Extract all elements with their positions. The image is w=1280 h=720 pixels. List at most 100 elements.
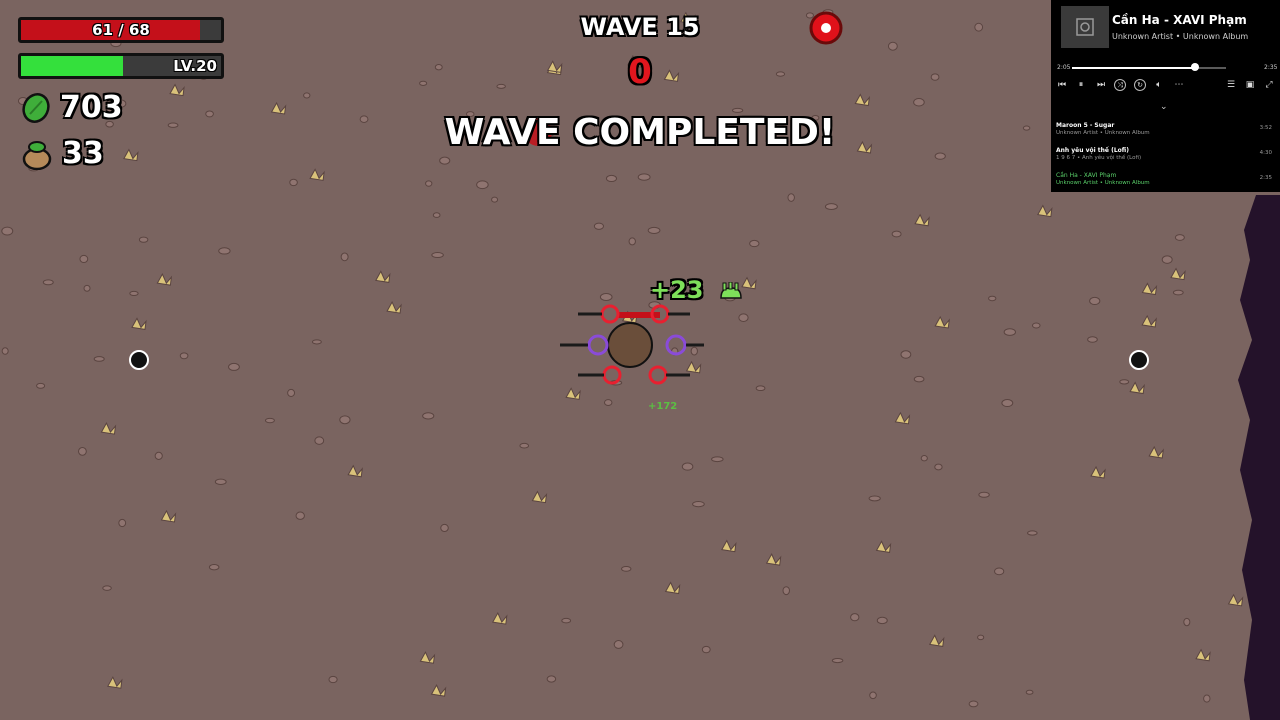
pebble	[1161, 255, 1173, 264]
bag-count: 33	[62, 136, 104, 171]
previous-icon[interactable]: ⏮	[1056, 79, 1068, 91]
wave-completed-banner: WAVE COMPLETED!	[444, 112, 836, 153]
pebble	[605, 174, 618, 183]
queue-item[interactable]: Anh yêu vội thế (Lofi) 1 9 6 7 • Anh yêu…	[1056, 147, 1276, 161]
queue-item-title: Cần Ha - XAVI Phạm	[1056, 172, 1117, 179]
pebble	[339, 415, 351, 425]
expand-icon[interactable]: ⤢	[1263, 79, 1275, 91]
material-icon	[22, 92, 50, 123]
pebble	[431, 252, 444, 259]
more-icon[interactable]: ⋯	[1173, 79, 1185, 91]
health-bar: 61 / 68	[18, 17, 224, 43]
pebble	[876, 616, 888, 625]
pebble	[974, 22, 984, 32]
total-time: 2:35	[1264, 64, 1278, 71]
pebble	[1087, 336, 1098, 343]
pebble	[701, 645, 711, 654]
pebble	[647, 226, 661, 234]
elapsed-time: 2:05	[1057, 64, 1071, 71]
media-player-overlay: Cần Ha - XAVI Phạm Unknown Artist • Unkn…	[1051, 0, 1280, 192]
queue-item-duration: 2:35	[1259, 175, 1272, 181]
pebble	[440, 523, 449, 533]
pebble	[1172, 289, 1184, 296]
pause-icon[interactable]: ⏸	[1075, 79, 1087, 91]
volume-icon[interactable]: 🔈︎	[1153, 79, 1165, 91]
pebble	[118, 518, 127, 528]
pebble	[314, 436, 325, 445]
pebble	[1183, 617, 1191, 627]
pebble	[1, 347, 9, 355]
pebble	[42, 279, 54, 286]
queue-item-duration: 4:30	[1259, 150, 1272, 156]
queue-item-title: Anh yêu vội thế (Lofi)	[1056, 147, 1129, 154]
pebble	[205, 110, 214, 118]
pebble	[179, 352, 189, 360]
queue-item-subtitle: Unknown Artist • Unknown Album	[1056, 130, 1150, 136]
experience-bar: LV.20	[18, 53, 224, 79]
pebble	[167, 122, 179, 128]
pebble	[129, 290, 139, 296]
pebble	[425, 180, 433, 187]
pebble	[1119, 379, 1130, 385]
pebble	[711, 456, 724, 463]
pebble	[900, 350, 912, 359]
pebble	[913, 375, 925, 383]
pebble	[476, 180, 489, 190]
pebble	[214, 478, 227, 485]
album-art-icon	[1061, 6, 1109, 48]
queue-item-now-playing[interactable]: Cần Ha - XAVI Phạm Unknown Artist • Unkn…	[1056, 172, 1276, 186]
seek-handle[interactable]	[1191, 63, 1200, 71]
shuffle-icon[interactable]: ⤨	[1114, 79, 1126, 91]
queue-item[interactable]: Maroon 5 - Sugar Unknown Artist • Unknow…	[1056, 122, 1276, 136]
pebble	[78, 446, 87, 456]
pebble	[561, 617, 572, 624]
pebble	[749, 239, 760, 248]
miniplayer-icon[interactable]: ▣	[1244, 79, 1256, 91]
pebble	[1174, 234, 1185, 241]
pebble	[434, 64, 443, 71]
queue-item-title: Maroon 5 - Sugar	[1056, 122, 1115, 129]
song-subtitle: Unknown Artist • Unknown Album	[1112, 32, 1249, 41]
pebble	[432, 212, 441, 218]
chevron-down-icon[interactable]: ⌄	[1160, 102, 1168, 112]
wave-timer: 0	[628, 52, 652, 92]
pebble	[621, 566, 632, 572]
repeat-icon[interactable]: ↻	[1134, 79, 1146, 91]
pebble	[491, 196, 499, 203]
dark-orb	[1129, 350, 1149, 370]
seek-bar[interactable]	[1072, 63, 1226, 71]
pebble	[36, 382, 46, 389]
health-text: 61 / 68	[92, 21, 150, 39]
pebble	[782, 586, 790, 596]
bag-counter: 33	[20, 136, 104, 171]
pebble	[738, 313, 749, 322]
pebble	[681, 462, 694, 471]
next-icon[interactable]: ⏭	[1095, 79, 1107, 91]
paw-icon	[720, 281, 742, 299]
pebble	[913, 98, 925, 107]
dark-orb	[129, 350, 149, 370]
pebble	[496, 83, 506, 89]
queue-item-subtitle: 1 9 6 7 • Anh yêu vội thế (Lofi)	[1056, 155, 1142, 161]
pebble	[138, 236, 149, 243]
pebble	[1203, 694, 1211, 703]
pebble	[208, 563, 220, 571]
pebble	[264, 417, 275, 424]
pebble	[289, 178, 298, 187]
pebble	[328, 675, 338, 684]
pebble	[994, 567, 1005, 576]
level-text: LV.20	[173, 57, 217, 75]
queue-icon[interactable]: ☰	[1225, 79, 1237, 91]
pebble	[978, 491, 990, 498]
pebble	[1, 226, 14, 236]
pebble	[690, 346, 698, 356]
pebble	[755, 385, 766, 392]
pebble	[930, 73, 940, 81]
pebble	[692, 501, 705, 508]
pebble	[824, 203, 838, 210]
queue-item-duration: 3:52	[1259, 125, 1272, 131]
pebble	[868, 495, 881, 502]
pebble	[593, 222, 604, 230]
pebble	[1001, 399, 1014, 408]
pebble	[102, 585, 112, 591]
